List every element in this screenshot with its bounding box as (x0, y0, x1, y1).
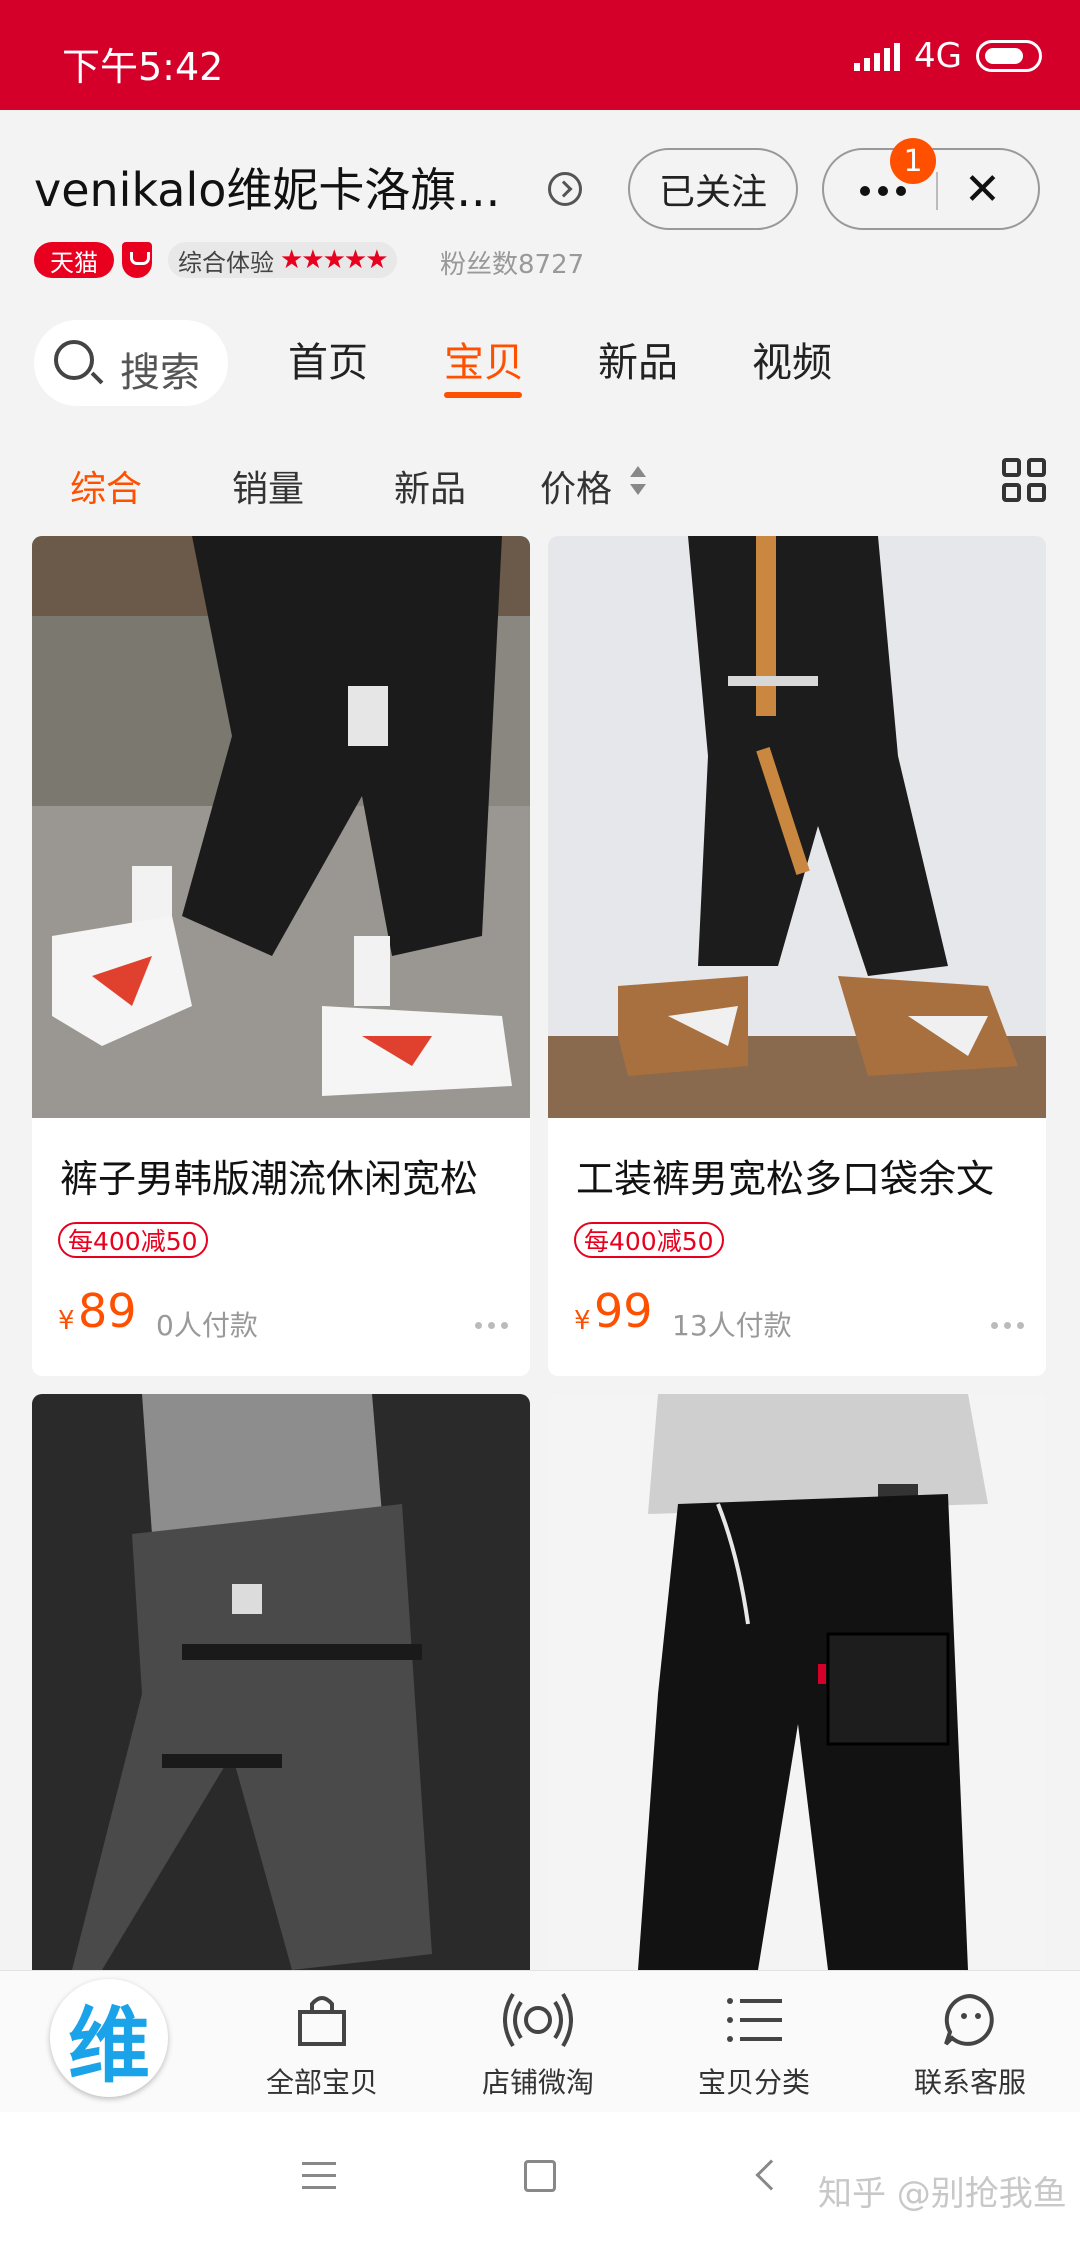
product-category-button[interactable]: 宝贝分类 (674, 1985, 834, 2101)
signal-icon (854, 41, 901, 71)
product-price: 99 (594, 1284, 653, 1338)
status-time: 下午5:42 (62, 45, 224, 89)
product-image[interactable] (548, 1394, 1046, 1970)
status-icons: 4G (854, 36, 1042, 76)
product-image[interactable] (548, 536, 1046, 1118)
sort-price[interactable]: 价格 (540, 460, 612, 512)
grid-view-icon[interactable] (1002, 458, 1046, 502)
follow-button[interactable]: 已关注 (628, 148, 798, 230)
active-tab-indicator (444, 392, 522, 398)
sort-new[interactable]: 新品 (394, 460, 466, 512)
network-type: 4G (914, 36, 962, 76)
more-icon[interactable] (860, 186, 906, 196)
search-button[interactable]: 搜索 (34, 320, 228, 406)
search-label: 搜索 (120, 350, 200, 396)
experience-label: 综合体验 (178, 248, 274, 277)
home-icon[interactable] (524, 2160, 556, 2192)
experience-rating: 综合体验 ★★★★★ (168, 242, 397, 278)
fans-count: 粉丝数8727 (440, 250, 585, 280)
back-icon[interactable] (755, 2159, 787, 2191)
more-icon[interactable] (991, 1322, 1024, 1329)
store-logo[interactable]: 维 (50, 1979, 168, 2097)
menu-icon[interactable] (302, 2162, 336, 2198)
sort-overall[interactable]: 综合 (70, 460, 142, 512)
product-card[interactable] (32, 1394, 530, 1970)
search-icon (54, 340, 94, 380)
tab-new[interactable]: 新品 (598, 330, 678, 388)
bar-item-label: 全部宝贝 (265, 2066, 378, 2099)
list-icon (674, 1985, 834, 2055)
currency-symbol: ¥ (574, 1306, 591, 1336)
tab-video[interactable]: 视频 (752, 330, 832, 388)
product-title: 工装裤男宽松多口袋余文 (576, 1157, 995, 1201)
sort-sales[interactable]: 销量 (232, 460, 304, 512)
product-image[interactable] (32, 1394, 530, 1970)
tmall-badge: 天猫 (34, 242, 114, 278)
notification-badge: 1 (890, 138, 936, 184)
bar-item-label: 联系客服 (913, 2066, 1026, 2099)
currency-symbol: ¥ (58, 1306, 75, 1336)
store-bottom-bar: 维 全部宝贝 店铺微淘 宝贝分类 联系客服 (0, 1970, 1080, 2112)
store-name[interactable]: venikalo维妮卡洛旗... (34, 154, 534, 220)
store-info-arrow-icon[interactable] (548, 172, 582, 206)
bag-icon (242, 1985, 402, 2055)
all-products-button[interactable]: 全部宝贝 (242, 1985, 402, 2101)
tab-home[interactable]: 首页 (288, 330, 368, 388)
customer-service-button[interactable]: 联系客服 (890, 1985, 1050, 2101)
promo-badge: 每400减50 (58, 1222, 208, 1258)
bar-item-label: 宝贝分类 (697, 2066, 810, 2099)
close-icon[interactable]: ✕ (964, 164, 1001, 215)
product-image[interactable] (32, 536, 530, 1118)
store-feed-button[interactable]: 店铺微淘 (458, 1985, 618, 2101)
product-price: 89 (78, 1284, 137, 1338)
capsule-divider (936, 172, 938, 210)
shield-icon (122, 242, 152, 278)
store-header: venikalo维妮卡洛旗... 已关注 ✕ 1 天猫 综合体验 ★★★★★ 粉… (0, 110, 1080, 550)
status-bar: 下午5:42 4G (0, 0, 1080, 110)
watermark: 知乎 @别抢我鱼 (818, 2174, 1067, 2214)
bar-item-label: 店铺微淘 (481, 2066, 594, 2099)
product-card[interactable]: 工装裤男宽松多口袋余文 每400减50 ¥ 99 13人付款 (548, 536, 1046, 1376)
sort-arrows-icon[interactable] (628, 462, 648, 502)
product-card[interactable] (548, 1394, 1046, 1970)
battery-icon (976, 40, 1042, 72)
promo-badge: 每400减50 (574, 1222, 724, 1258)
sold-count: 13人付款 (672, 1309, 792, 1342)
rating-stars: ★★★★★ (280, 245, 389, 275)
more-icon[interactable] (475, 1322, 508, 1329)
product-title: 裤子男韩版潮流休闲宽松 (60, 1157, 479, 1201)
sold-count: 0人付款 (156, 1309, 258, 1342)
chat-face-icon (890, 1985, 1050, 2055)
broadcast-icon (458, 1985, 618, 2055)
product-card[interactable]: 裤子男韩版潮流休闲宽松 每400减50 ¥ 89 0人付款 (32, 536, 530, 1376)
tab-products[interactable]: 宝贝 (444, 330, 524, 388)
